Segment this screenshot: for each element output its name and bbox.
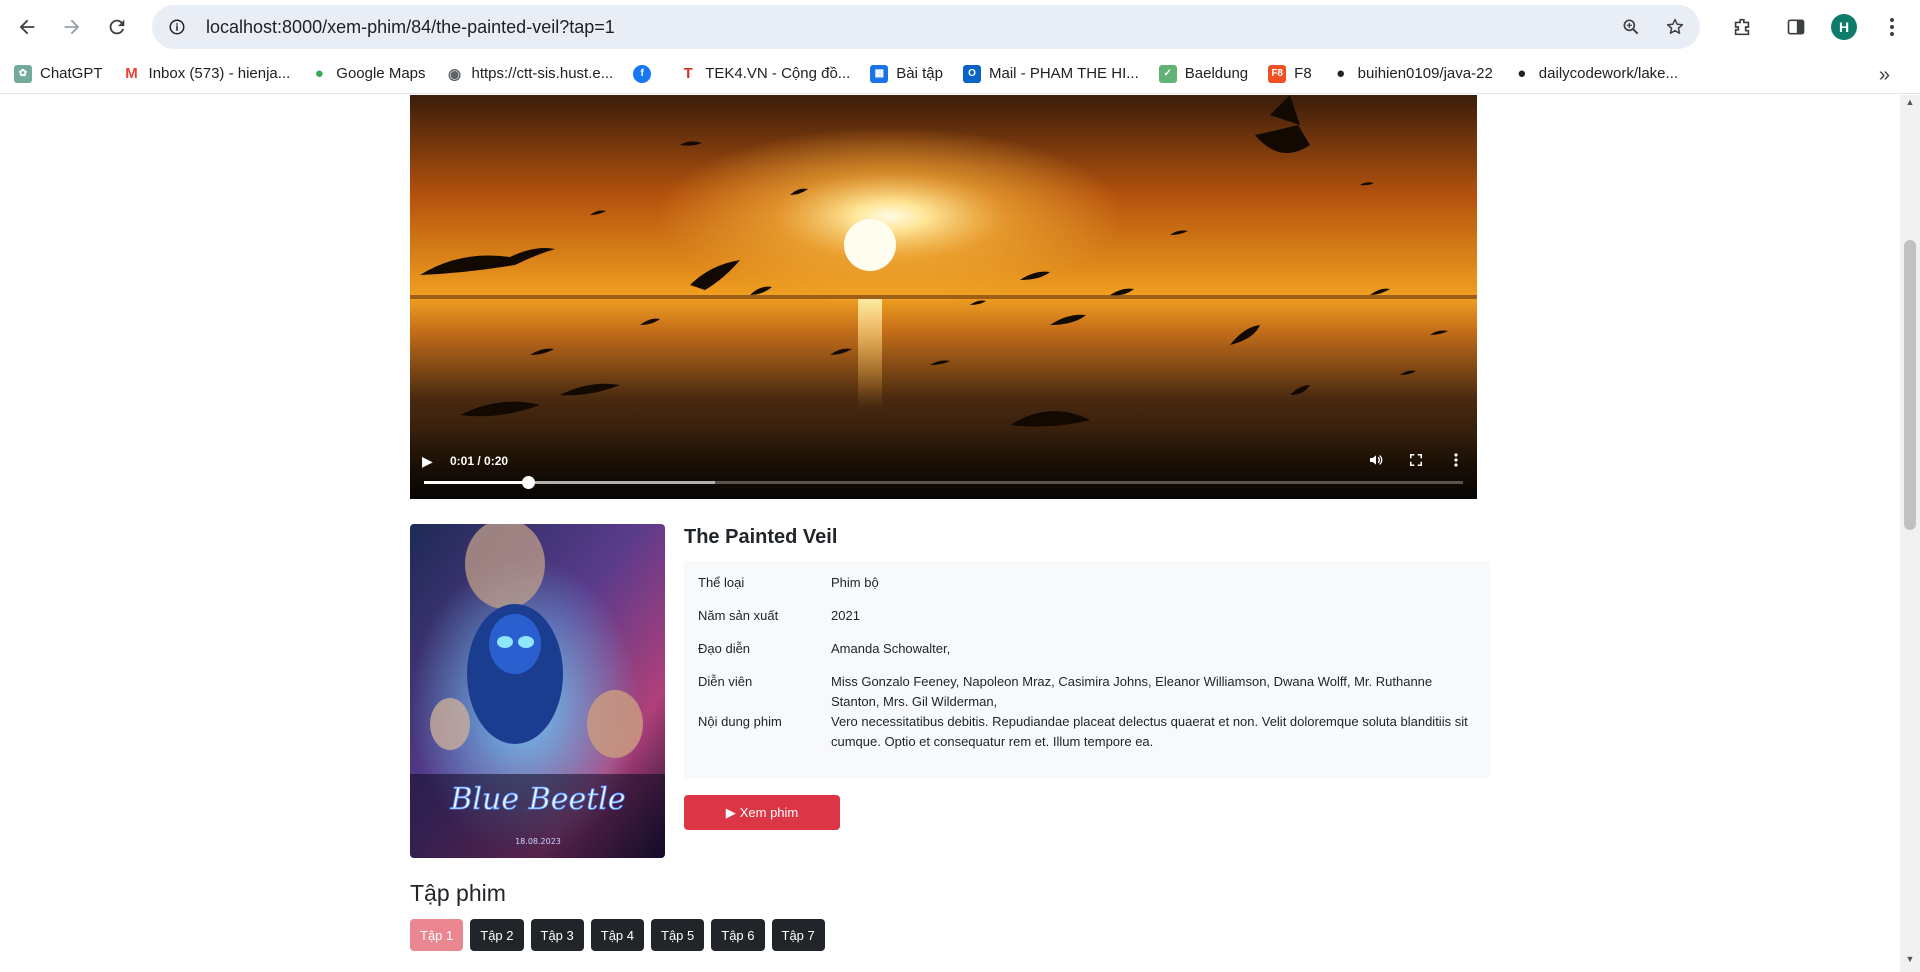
menu-kebab-icon[interactable]	[1870, 5, 1914, 49]
bookmark-item[interactable]: F8 F8	[1268, 59, 1322, 89]
back-icon[interactable]	[5, 5, 49, 49]
profile-initial: H	[1831, 14, 1857, 40]
detail-key: Thể loại	[698, 575, 745, 590]
bookmark-item[interactable]: O Mail - PHAM THE HI...	[963, 59, 1149, 89]
bookmark-label: ChatGPT	[40, 65, 103, 82]
forward-icon[interactable]	[50, 5, 94, 49]
bookmark-label: TEK4.VN - Cộng đồ...	[705, 65, 851, 82]
tek4-icon: T	[683, 65, 693, 82]
poster-image: Blue Beetle 18.08.2023	[410, 524, 665, 858]
page-viewport: ▶ 0:01 / 0:20 Blue Beetle 18.08.2023 The…	[0, 95, 1900, 972]
episode-button[interactable]: Tập 4	[590, 919, 644, 951]
bookmark-item[interactable]: ● Google Maps	[310, 59, 435, 89]
bookmarks-overflow-icon[interactable]: »	[1879, 64, 1890, 87]
detail-row: Năm sản xuất 2021	[698, 606, 1476, 626]
episodes-heading: Tập phim	[410, 880, 506, 906]
bookmark-item[interactable]: M Inbox (573) - hienja...	[123, 59, 301, 89]
detail-row: Đạo diễn Amanda Schowalter,	[698, 639, 1476, 659]
movie-title: The Painted Veil	[684, 526, 838, 548]
video-controls: ▶ 0:01 / 0:20	[410, 429, 1477, 499]
zoom-icon[interactable]	[1614, 10, 1648, 44]
bookmark-label: Bài tập	[896, 65, 943, 82]
bookmark-item[interactable]: ● dailycodework/lake...	[1513, 59, 1688, 89]
bookmark-label: https://ctt-sis.hust.e...	[471, 65, 614, 82]
video-player[interactable]: ▶ 0:01 / 0:20	[410, 95, 1477, 499]
page-scrollbar[interactable]: ▲ ▼	[1900, 95, 1920, 972]
detail-row: Diễn viên Miss Gonzalo Feeney, Napoleon M…	[698, 672, 1476, 712]
bookmark-label: Mail - PHAM THE HI...	[989, 65, 1139, 82]
outlook-icon: O	[963, 64, 981, 83]
watch-button-label: Xem phim	[739, 805, 799, 820]
episode-button[interactable]: Tập 2	[470, 919, 524, 951]
extensions-icon[interactable]	[1720, 5, 1764, 49]
url-text[interactable]: localhost:8000/xem-phim/84/the-painted-v…	[206, 17, 615, 38]
browser-toolbar: localhost:8000/xem-phim/84/the-painted-v…	[0, 0, 1920, 54]
detail-value: Vero necessitatibus debitis. Repudiandae…	[831, 714, 1468, 749]
bookmark-item[interactable]: ◉ https://ctt-sis.hust.e...	[446, 59, 624, 89]
github-icon: ●	[1517, 65, 1527, 82]
facebook-icon: f	[633, 64, 652, 83]
detail-value: Amanda Schowalter,	[831, 641, 951, 656]
bookmark-label: Inbox (573) - hienja...	[148, 65, 291, 82]
site-info-icon[interactable]	[166, 16, 188, 38]
movie-details: Thể loại Phim bộ Năm sản xuất 2021 Đạo diễn A…	[684, 561, 1490, 779]
bookmark-item[interactable]: ● buihien0109/java-22	[1332, 59, 1503, 89]
chatgpt-icon: ✿	[14, 64, 32, 83]
watch-movie-button[interactable]: ▶ Xem phim	[684, 795, 840, 830]
play-icon: ▶	[725, 804, 736, 820]
play-icon[interactable]: ▶	[422, 453, 433, 470]
globe-icon: ◉	[447, 65, 462, 83]
bookmark-item[interactable]: ✿ ChatGPT	[14, 59, 113, 89]
detail-key: Đạo diễn	[698, 641, 751, 656]
detail-value: 2021	[831, 608, 860, 623]
episode-button[interactable]: Tập 3	[530, 919, 584, 951]
detail-key: Nội dung phim	[698, 714, 782, 729]
detail-value: Phim bộ	[831, 575, 879, 590]
bookmark-label: buihien0109/java-22	[1357, 65, 1493, 82]
detail-value: Miss Gonzalo Feeney, Napoleon Mraz, Casi…	[831, 674, 1433, 709]
bookmark-label: F8	[1294, 65, 1312, 82]
bookmark-label: Google Maps	[336, 65, 426, 82]
reload-icon[interactable]	[95, 5, 139, 49]
video-more-icon[interactable]	[1445, 449, 1467, 471]
bookmarks-bar: ✿ ChatGPT M Inbox (573) - hienja... ● Google …	[0, 54, 1920, 94]
f8-icon: F8	[1268, 64, 1287, 83]
episode-button[interactable]: Tập 5	[651, 919, 705, 951]
baeldung-icon: ✓	[1158, 64, 1177, 83]
bookmark-item[interactable]: T TEK4.VN - Cộng đồ...	[679, 59, 860, 89]
profile-avatar[interactable]: H	[1822, 5, 1866, 49]
address-bar[interactable]: localhost:8000/xem-phim/84/the-painted-v…	[152, 5, 1700, 49]
poster-date: 18.08.2023	[515, 837, 561, 846]
bookmark-star-icon[interactable]	[1658, 10, 1692, 44]
gmail-icon: M	[125, 65, 138, 82]
bookmark-item[interactable]: ▦ Bài tập	[870, 59, 953, 89]
episode-button[interactable]: Tập 1	[410, 919, 464, 951]
video-time: 0:01 / 0:20	[450, 454, 509, 468]
scroll-up-arrow[interactable]: ▲	[1900, 97, 1920, 113]
played-bar	[424, 481, 528, 484]
maps-icon: ●	[314, 65, 324, 82]
detail-row: Thể loại Phim bộ	[698, 573, 1476, 593]
detail-key: Năm sản xuất	[698, 608, 779, 623]
poster-title: Blue Beetle	[449, 782, 625, 817]
detail-key: Diễn viên	[698, 674, 753, 689]
episode-button[interactable]: Tập 6	[711, 919, 765, 951]
github-icon: ●	[1336, 65, 1346, 82]
bookmark-item[interactable]: f	[633, 59, 669, 89]
bai-tap-icon: ▦	[870, 64, 889, 83]
detail-row: Nội dung phim Vero necessitatibus debitis…	[698, 712, 1476, 752]
scroll-down-arrow[interactable]: ▼	[1900, 954, 1920, 970]
episode-button[interactable]: Tập 7	[771, 919, 825, 951]
volume-icon[interactable]	[1365, 449, 1387, 471]
movie-poster: Blue Beetle 18.08.2023	[410, 524, 665, 858]
bookmark-label: Baeldung	[1184, 65, 1249, 82]
bookmark-item[interactable]: ✓ Baeldung	[1158, 59, 1258, 89]
seek-handle[interactable]	[521, 476, 535, 489]
video-progress-bar[interactable]	[424, 476, 1463, 489]
bookmark-label: dailycodework/lake...	[1538, 65, 1679, 82]
episode-list: Tập 1 Tập 2 Tập 3 Tập 4 Tập 5 Tập 6 Tập 7	[410, 919, 825, 951]
scrollbar-thumb[interactable]	[1904, 240, 1916, 530]
fullscreen-icon[interactable]	[1405, 449, 1427, 471]
side-panel-icon[interactable]	[1774, 5, 1818, 49]
